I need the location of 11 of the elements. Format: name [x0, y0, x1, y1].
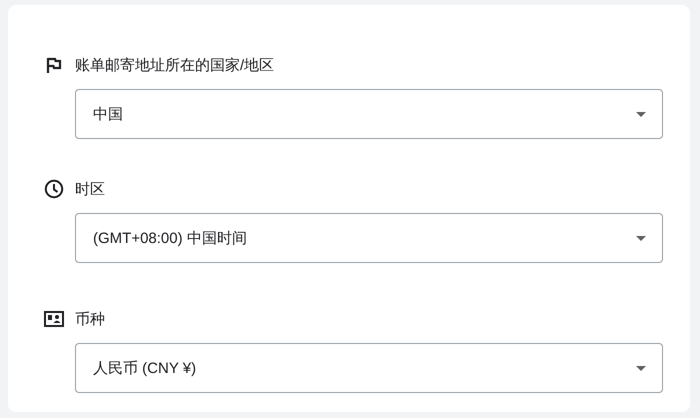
select-field[interactable]: 中国: [75, 89, 663, 139]
dropdown-caret-icon: [636, 236, 646, 240]
field-label: 账单邮寄地址所在的国家/地区: [75, 56, 274, 74]
id-card-icon: [43, 311, 65, 327]
dropdown-caret-icon: [636, 366, 646, 370]
clock-icon: [43, 179, 65, 199]
select-field[interactable]: (GMT+08:00) 中国时间: [75, 213, 663, 263]
field-label: 币种: [75, 310, 105, 328]
field-label: 时区: [75, 180, 105, 198]
dropdown-caret-icon: [636, 112, 646, 116]
select-field[interactable]: 人民币 (CNY ¥): [75, 343, 663, 393]
